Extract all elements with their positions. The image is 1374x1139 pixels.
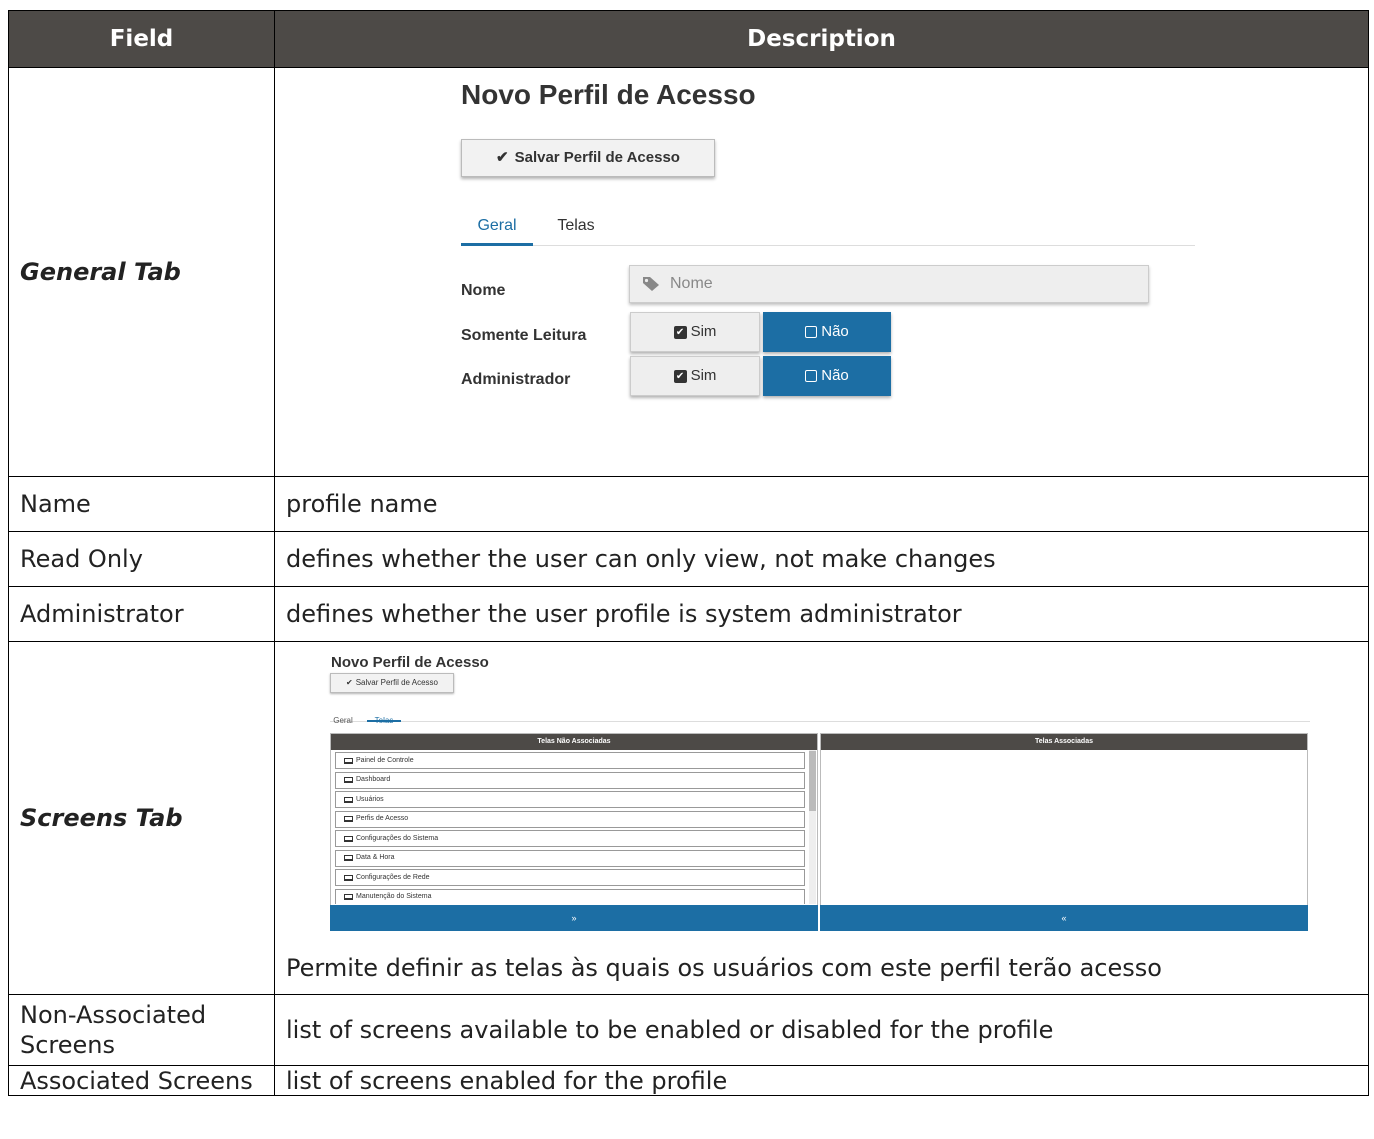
field-administrator: Administrator bbox=[8, 586, 275, 642]
list-item[interactable]: Configurações do Sistema bbox=[335, 830, 805, 847]
checked-box-icon: ✔ bbox=[673, 369, 687, 383]
table-row: Administrator defines whether the user p… bbox=[8, 586, 1369, 642]
monitor-icon bbox=[344, 874, 353, 881]
save-profile-button[interactable]: ✔ Salvar Perfil de Acesso bbox=[330, 673, 454, 693]
header-description: Description bbox=[274, 10, 1369, 68]
table-row: Name profile name bbox=[8, 476, 1369, 532]
administrador-nao-button[interactable]: Não bbox=[763, 356, 891, 396]
nao-label: Não bbox=[821, 323, 849, 340]
somente-leitura-nao-button[interactable]: Não bbox=[763, 312, 891, 352]
administrador-sim-button[interactable]: ✔ Sim bbox=[630, 356, 760, 396]
administrador-label: Administrador bbox=[461, 371, 571, 388]
table-row: Screens Tab Novo Perfil de Acesso ✔ Salv… bbox=[8, 641, 1369, 995]
list-item[interactable]: Manutenção do Sistema bbox=[335, 888, 805, 904]
sim-label: Sim bbox=[690, 367, 717, 384]
item-label: Manutenção do Sistema bbox=[356, 893, 432, 900]
check-icon: ✔ bbox=[346, 678, 353, 687]
field-associated: Associated Screens bbox=[8, 1065, 275, 1096]
table-row: General Tab Novo Perfil de Acesso ✔ Salv… bbox=[8, 67, 1369, 477]
list-item[interactable]: Painel de Controle bbox=[335, 752, 805, 769]
nome-input[interactable]: Nome bbox=[629, 265, 1149, 303]
save-profile-button[interactable]: ✔ Salvar Perfil de Acesso bbox=[461, 139, 715, 177]
double-chevron-right-icon: » bbox=[571, 913, 577, 923]
tag-icon bbox=[643, 277, 659, 291]
monitor-icon bbox=[344, 835, 353, 842]
empty-box-icon bbox=[805, 326, 818, 338]
sim-label: Sim bbox=[690, 323, 717, 340]
checked-box-icon: ✔ bbox=[673, 325, 687, 339]
desc-administrator: defines whether the user profile is syst… bbox=[274, 586, 1369, 642]
check-icon: ✔ bbox=[496, 149, 509, 166]
tab-telas[interactable]: Telas bbox=[551, 204, 601, 246]
save-label: Salvar Perfil de Acesso bbox=[514, 149, 680, 166]
monitor-icon bbox=[344, 796, 353, 803]
documentation-table: Field Description General Tab Novo Perfi… bbox=[8, 10, 1369, 1096]
monitor-icon bbox=[344, 894, 353, 900]
somente-leitura-sim-button[interactable]: ✔ Sim bbox=[630, 312, 760, 352]
table-row: Read Only defines whether the user can o… bbox=[8, 531, 1369, 587]
general-mock: Novo Perfil de Acesso ✔ Salvar Perfil de… bbox=[461, 68, 1195, 475]
nome-placeholder: Nome bbox=[670, 275, 713, 292]
tab-geral[interactable]: Geral bbox=[461, 204, 533, 246]
field-screens-tab: Screens Tab bbox=[8, 641, 275, 995]
associated-header: Telas Associadas bbox=[821, 734, 1307, 750]
screens-tab-caption: Permite definir as telas às quais os usu… bbox=[286, 954, 1162, 982]
field-non-associated: Non-Associated Screens bbox=[8, 994, 275, 1066]
monitor-icon bbox=[344, 777, 353, 783]
scrollbar-thumb[interactable] bbox=[809, 751, 816, 811]
non-associated-list[interactable]: Painel de Controle Dashboard Usuários Pe… bbox=[331, 750, 817, 904]
save-label: Salvar Perfil de Acesso bbox=[355, 678, 438, 687]
tab-telas[interactable]: Telas bbox=[367, 703, 401, 725]
screens-mock: Novo Perfil de Acesso ✔ Salvar Perfil de… bbox=[321, 642, 1310, 932]
nome-label: Nome bbox=[461, 282, 506, 299]
non-associated-panel: Telas Não Associadas Painel de Controle … bbox=[330, 733, 818, 931]
somente-leitura-label: Somente Leitura bbox=[461, 327, 587, 344]
monitor-icon bbox=[344, 816, 353, 822]
tab-geral[interactable]: Geral bbox=[330, 703, 356, 725]
desc-associated: list of screens enabled for the profile bbox=[274, 1065, 1369, 1096]
page-title: Novo Perfil de Acesso bbox=[461, 79, 756, 110]
monitor-icon bbox=[344, 855, 353, 861]
desc-name: profile name bbox=[274, 476, 1369, 532]
empty-box-icon bbox=[805, 370, 818, 382]
move-left-button[interactable]: « bbox=[820, 905, 1308, 931]
field-general-tab: General Tab bbox=[8, 67, 275, 477]
double-chevron-left-icon: « bbox=[1061, 913, 1067, 923]
nao-label: Não bbox=[821, 367, 849, 384]
tab-bar: Geral Telas bbox=[461, 204, 1195, 246]
field-name: Name bbox=[8, 476, 275, 532]
non-associated-header: Telas Não Associadas bbox=[331, 734, 817, 750]
monitor-icon bbox=[344, 757, 353, 764]
field-read-only: Read Only bbox=[8, 531, 275, 587]
move-right-button[interactable]: » bbox=[330, 905, 818, 931]
table-row: Non-Associated Screens list of screens a… bbox=[8, 994, 1369, 1066]
screens-tab-screenshot: Novo Perfil de Acesso ✔ Salvar Perfil de… bbox=[274, 641, 1369, 995]
tab-bar: Geral Telas bbox=[330, 703, 1310, 725]
desc-non-associated: list of screens available to be enabled … bbox=[274, 994, 1369, 1066]
associated-panel: Telas Associadas « bbox=[820, 733, 1308, 931]
desc-read-only: defines whether the user can only view, … bbox=[274, 531, 1369, 587]
general-tab-screenshot: Novo Perfil de Acesso ✔ Salvar Perfil de… bbox=[274, 67, 1369, 477]
header-field: Field bbox=[8, 10, 275, 68]
table-header-row: Field Description bbox=[8, 10, 1369, 68]
table-row: Associated Screens list of screens enabl… bbox=[8, 1065, 1369, 1096]
